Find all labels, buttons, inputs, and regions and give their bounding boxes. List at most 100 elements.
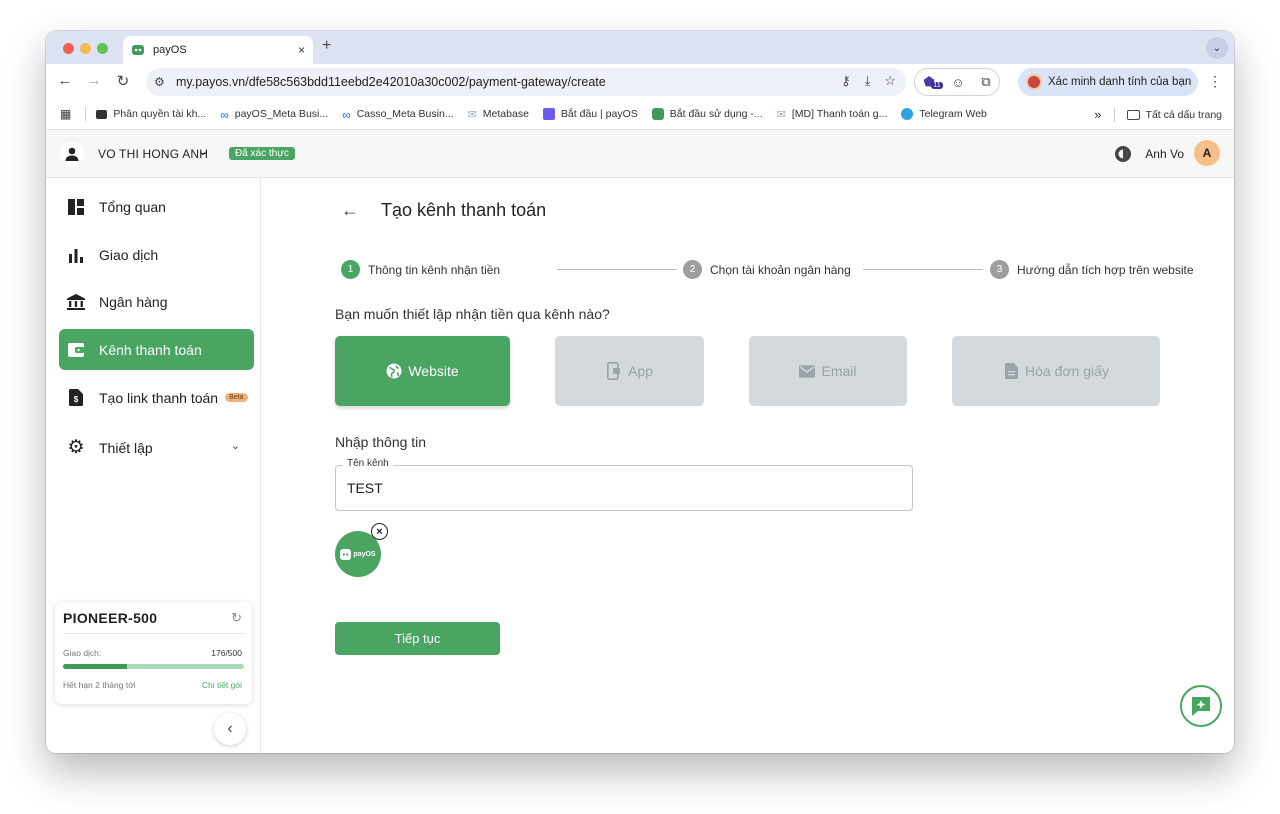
remove-logo-icon[interactable]: ×	[371, 523, 388, 540]
plan-usage-count: 176/500	[211, 648, 242, 658]
logo-text: payOS	[353, 550, 376, 558]
continue-button[interactable]: Tiếp tục	[335, 622, 500, 655]
bookmarks-bar: ▦ Phân quyền tài kh... ∞ payOS_Meta Busi.…	[46, 99, 1234, 130]
payos-logo: payOS	[340, 548, 376, 560]
mail-icon: ✉	[467, 109, 477, 121]
extension-smile-icon[interactable]: ☺	[951, 75, 964, 90]
back-arrow-icon[interactable]: ←	[55, 72, 75, 89]
plan-usage-bar	[63, 664, 244, 669]
close-window-button[interactable]	[63, 43, 74, 54]
bookmark-divider	[1113, 107, 1115, 122]
dashboard-icon	[67, 198, 85, 216]
bookmark-item[interactable]: Bắt đầu sử dụng -...	[651, 108, 763, 120]
sidebar-item-label: Thiết lập	[99, 439, 153, 456]
invoice-dollar-icon: $	[67, 389, 85, 407]
tab-bar: payOS × + ⌄	[46, 31, 1234, 64]
channel-website-button[interactable]: Website	[335, 336, 510, 406]
step-label: Thông tin kênh nhận tiền	[368, 262, 501, 277]
account-name[interactable]: Anh Vo	[1145, 147, 1184, 161]
bookmark-item[interactable]: Telegram Web	[901, 108, 987, 120]
profile-button[interactable]: Xác minh danh tính của bạn	[1018, 68, 1198, 96]
bookmark-item[interactable]: ∞ Casso_Meta Busin...	[342, 108, 454, 122]
channel-paper-invoice-button[interactable]: Hóa đơn giấy	[952, 336, 1160, 406]
bookmark-star-icon[interactable]: ☆	[884, 73, 896, 89]
all-bookmarks-button[interactable]: Tất cả dấu trang	[1126, 109, 1222, 121]
bookmark-divider	[85, 107, 87, 121]
puzzle-icon[interactable]: ⧉	[981, 74, 990, 90]
apps-grid-icon[interactable]: ▦	[60, 107, 71, 121]
bookmark-item[interactable]: ∞ payOS_Meta Busi...	[220, 108, 328, 122]
sidebar-item-payment-link[interactable]: $ Tạo link thanh toán Beta	[59, 377, 254, 418]
payos-app: VO THI HONG ANH ⌄ Đã xác thực Anh Vo A T…	[46, 130, 1234, 753]
sidebar-item-overview[interactable]: Tổng quan	[59, 186, 254, 227]
bookmark-item[interactable]: ✉ Metabase	[467, 108, 529, 121]
channel-email-button[interactable]: Email	[749, 336, 907, 406]
bookmark-label: Casso_Meta Busin...	[356, 108, 454, 120]
back-arrow-icon[interactable]: ←	[341, 200, 359, 221]
sidebar-item-transactions[interactable]: Giao dịch	[59, 234, 254, 275]
site-info-icon[interactable]: ⚙	[154, 75, 165, 89]
svg-text:$: $	[74, 395, 79, 404]
tab-title: payOS	[153, 44, 187, 56]
extension-badge-icon[interactable]: ⬟ 11	[923, 74, 943, 90]
folder-icon	[1126, 109, 1140, 120]
maximize-window-button[interactable]	[97, 43, 108, 54]
bookmark-label: Bắt đầu | payOS	[560, 108, 638, 120]
bookmark-item[interactable]: ✉ [MD] Thanh toán g...	[777, 108, 888, 121]
main-content: ← Tạo kênh thanh toán 1 Thông tin kênh n…	[261, 178, 1234, 753]
install-icon[interactable]: ⤓	[865, 73, 871, 89]
plan-detail-link[interactable]: Chi tiết gói	[202, 680, 242, 690]
step-label: Chọn tài khoản ngân hàng	[710, 262, 851, 277]
plan-usage-fill	[63, 664, 127, 669]
key-icon[interactable]: ⚷	[841, 73, 851, 89]
bookmark-item[interactable]: Phân quyền tài kh...	[96, 108, 206, 120]
sidebar-item-bank[interactable]: Ngân hàng	[59, 281, 254, 322]
collapse-sidebar-button[interactable]: ‹	[214, 713, 246, 745]
refresh-icon[interactable]: ↻	[231, 610, 242, 626]
channel-label: Website	[408, 363, 459, 379]
sidebar-item-label: Ngân hàng	[99, 293, 168, 310]
layers-icon	[96, 109, 108, 119]
new-tab-button[interactable]: +	[322, 37, 331, 55]
verified-badge: Đã xác thực	[229, 147, 295, 160]
beta-badge: Beta	[225, 393, 248, 402]
address-url: my.payos.vn/dfe58c563bdd11eebd2e42010a30…	[176, 75, 606, 89]
user-name[interactable]: VO THI HONG ANH	[98, 147, 208, 161]
sidebar-item-label: Kênh thanh toán	[99, 341, 202, 358]
sparkle-chat-icon	[1192, 697, 1210, 716]
channel-name-input[interactable]: TEST	[335, 465, 913, 511]
page-title: Tạo kênh thanh toán	[381, 200, 547, 220]
address-bar[interactable]: ⚙ my.payos.vn/dfe58c563bdd11eebd2e42010a…	[146, 68, 906, 96]
bookmark-item[interactable]: Bắt đầu | payOS	[542, 108, 638, 120]
square-icon	[542, 108, 555, 120]
chevron-down-icon[interactable]: ⌄	[198, 144, 208, 158]
browser-tab-payos[interactable]: payOS ×	[123, 36, 313, 64]
chevron-down-icon[interactable]: ⌄	[231, 439, 240, 452]
sidebar-item-settings[interactable]: ⚙ Thiết lập ⌄	[59, 427, 254, 468]
account-avatar[interactable]: A	[1194, 140, 1220, 166]
theme-toggle-icon[interactable]	[1112, 143, 1134, 165]
minimize-window-button[interactable]	[80, 43, 91, 54]
tab-close-icon[interactable]: ×	[298, 43, 305, 57]
forward-arrow-icon[interactable]: →	[84, 72, 104, 89]
user-icon[interactable]	[60, 142, 84, 166]
meta-icon: ∞	[342, 108, 351, 122]
browser-menu-icon[interactable]: ⋮	[1208, 73, 1222, 90]
telegram-icon	[901, 108, 914, 120]
bookmark-label: Telegram Web	[919, 108, 987, 120]
assistant-fab-button[interactable]	[1180, 685, 1222, 727]
bar-chart-icon	[67, 246, 85, 264]
channel-name-value: TEST	[347, 480, 383, 496]
phone-app-icon	[606, 362, 622, 380]
document-icon	[1003, 363, 1019, 379]
plan-card: PIONEER-500 ↻ Giao dịch: 176/500 Hết hạn…	[55, 602, 252, 704]
tab-search-chevron-icon[interactable]: ⌄	[1206, 37, 1228, 59]
sidebar-item-payment-channel[interactable]: Kênh thanh toán	[59, 329, 254, 370]
reload-icon[interactable]: ↻	[113, 72, 133, 90]
step-number: 3	[990, 260, 1009, 279]
bookmarks-more-button[interactable]: »	[1094, 107, 1101, 122]
bank-icon	[67, 293, 85, 311]
channel-app-button[interactable]: App	[555, 336, 704, 406]
channel-label: App	[628, 363, 653, 379]
bookmark-label: Metabase	[482, 108, 529, 120]
